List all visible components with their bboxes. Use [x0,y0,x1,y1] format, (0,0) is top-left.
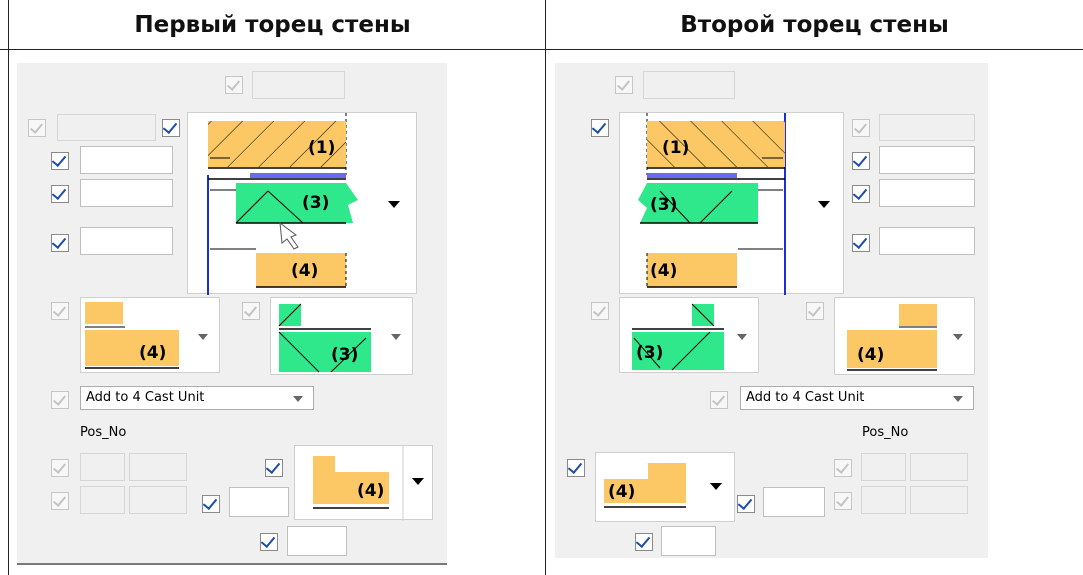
r-wall-end-diagram[interactable]: (1) (3) (4) [619,112,844,295]
svg-text:(3): (3) [331,345,358,365]
grid1-checkbox[interactable] [51,459,69,477]
grid2-field-a[interactable] [80,486,125,514]
r-grid2-checkbox[interactable] [834,492,852,510]
r-grid1-field-a[interactable] [861,453,906,481]
second-wall-end-header: Второй торец стены [546,0,1083,50]
r-option2-picture[interactable]: (4) [834,297,975,375]
r-dim1-field[interactable] [879,146,975,174]
r-option1-picture[interactable]: (3) [619,297,759,373]
svg-text:(3): (3) [636,343,663,363]
r-picture-checkbox[interactable] [591,119,609,137]
r-bottom-dim-field[interactable] [763,487,825,517]
dim3-field[interactable] [80,227,173,255]
r-last-field[interactable] [661,526,716,556]
r-name-field[interactable] [879,114,975,141]
svg-text:(4): (4) [608,482,635,502]
cast-unit-checkbox[interactable] [51,391,69,409]
r-wall-end-diagram-svg: (1) (3) (4) [638,113,786,295]
r-bottom-picture[interactable]: (4) [595,452,735,522]
r-bottom-picture-checkbox[interactable] [567,459,585,477]
dim3-checkbox[interactable] [51,234,69,252]
bottom-dropdown-arrow[interactable] [412,478,424,485]
r-dim3-field[interactable] [879,227,975,255]
last-checkbox[interactable] [260,533,278,551]
r-grid2-field-a[interactable] [861,486,906,514]
bottom-picture-checkbox[interactable] [265,459,283,477]
picture-checkbox[interactable] [162,119,180,137]
svg-text:(3): (3) [302,193,329,213]
grid2-field-b[interactable] [129,486,187,514]
right-panel: (1) (3) (4) (3) (4) Add to 4 Cast Unit P… [555,63,988,558]
r-pos-no-label: Pos_No [862,425,909,440]
first-wall-end-header: Первый торец стены [0,0,545,50]
svg-text:(1): (1) [662,138,689,158]
pos-no-label: Pos_No [80,425,127,440]
name-checkbox[interactable] [28,119,46,137]
mouse-cursor-icon [279,221,299,250]
svg-text:(1): (1) [308,138,335,158]
top-checkbox[interactable] [225,76,243,94]
r-grid1-field-b[interactable] [910,453,968,481]
option1-dropdown-arrow[interactable] [198,334,208,340]
option1-checkbox[interactable] [51,302,69,320]
wall-end-diagram-svg: (1) (3) (4) [207,113,358,295]
option1-picture[interactable]: (4) [80,297,220,373]
grid1-field-a[interactable] [80,453,125,481]
grid2-checkbox[interactable] [51,492,69,510]
name-field[interactable] [57,114,156,141]
option2-picture[interactable]: (3) [270,297,413,375]
r-grid1-checkbox[interactable] [834,459,852,477]
cast-unit-combo[interactable]: Add to 4 Cast Unit [80,386,314,410]
grid1-field-b[interactable] [129,453,187,481]
svg-text:(4): (4) [650,261,677,281]
dim1-field[interactable] [80,146,173,174]
bottom-dim-field[interactable] [229,487,289,517]
r-dim2-field[interactable] [879,179,975,207]
r-cast-unit-combo-value: Add to 4 Cast Unit [746,390,865,405]
option2-checkbox[interactable] [242,302,260,320]
r-top-field[interactable] [643,71,735,99]
svg-text:(4): (4) [139,343,166,363]
r-cast-unit-dropdown-arrow [953,396,963,402]
r-name-checkbox[interactable] [852,119,870,137]
dim2-checkbox[interactable] [51,185,69,203]
bottom-picture[interactable]: (4) [294,445,433,521]
bottom-dim-checkbox[interactable] [202,495,220,513]
r-option1-checkbox[interactable] [591,302,609,320]
r-diagram-dropdown-arrow[interactable] [818,201,830,208]
r-bottom-dropdown-arrow[interactable] [710,483,722,490]
r-grid2-field-b[interactable] [910,486,968,514]
table-left-border [8,0,9,575]
r-dim1-checkbox[interactable] [852,152,870,170]
left-panel-bottom-rule [17,563,447,565]
r-cast-unit-checkbox[interactable] [710,391,728,409]
r-dim2-checkbox[interactable] [852,185,870,203]
top-field[interactable] [252,71,345,99]
svg-text:(4): (4) [291,261,318,281]
svg-text:(4): (4) [857,345,884,365]
r-last-checkbox[interactable] [635,533,653,551]
option2-dropdown-arrow[interactable] [391,334,401,340]
r-cast-unit-combo[interactable]: Add to 4 Cast Unit [740,386,974,410]
svg-text:(3): (3) [650,195,677,215]
cast-unit-dropdown-arrow [293,396,303,402]
cast-unit-combo-value: Add to 4 Cast Unit [86,390,205,405]
r-option2-checkbox[interactable] [806,302,824,320]
r-option2-dropdown-arrow[interactable] [953,334,963,340]
table-divider [545,0,546,575]
diagram-dropdown-arrow[interactable] [388,201,400,208]
r-dim3-checkbox[interactable] [852,234,870,252]
dim2-field[interactable] [80,179,173,207]
r-option1-dropdown-arrow[interactable] [737,334,747,340]
last-field[interactable] [287,526,347,556]
wall-end-diagram[interactable]: (1) (3) (4) [187,112,417,295]
r-top-checkbox[interactable] [615,76,633,94]
r-bottom-dim-checkbox[interactable] [737,495,755,513]
svg-text:(4): (4) [357,481,384,501]
left-panel: (1) (3) (4) (4) (3) Add to 4 Cast Unit P… [17,63,447,565]
dim1-checkbox[interactable] [51,152,69,170]
